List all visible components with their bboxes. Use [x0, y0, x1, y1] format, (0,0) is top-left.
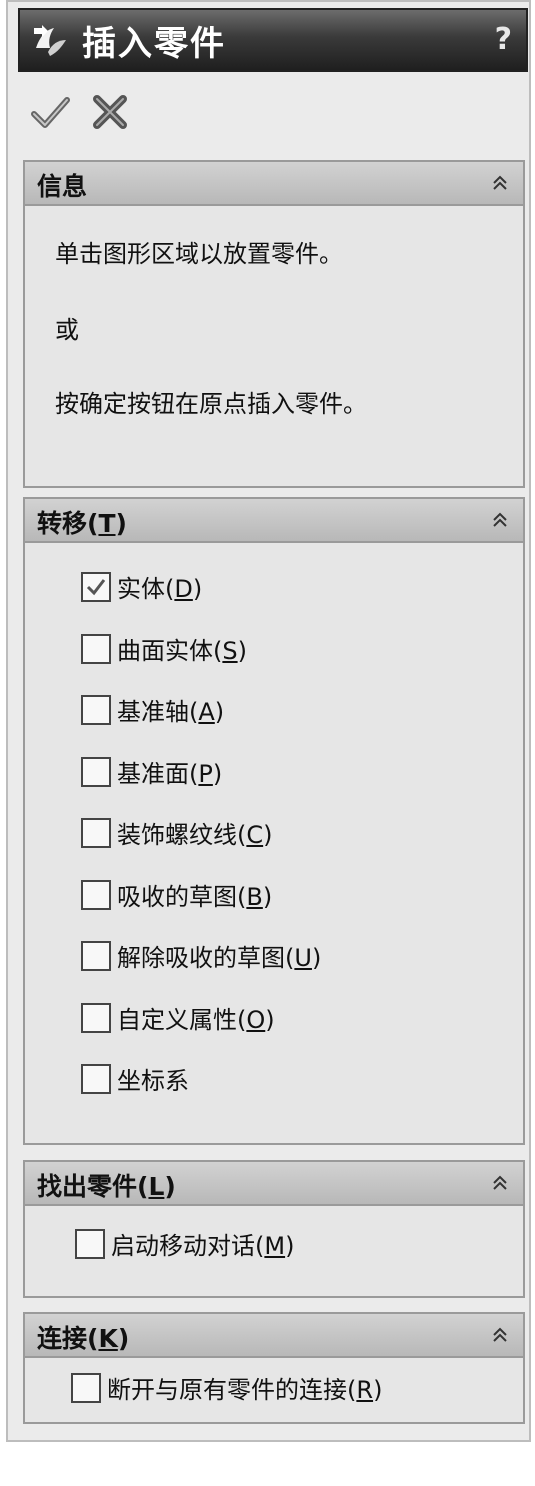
transfer-section-title: 转移(T): [37, 509, 127, 538]
checkbox-box[interactable]: [81, 817, 111, 848]
checkbox-label: 启动移动对话(M): [111, 1232, 295, 1260]
checkbox-label: 曲面实体(S): [117, 637, 247, 665]
transfer-option-checkbox[interactable]: 吸收的草图(B): [81, 877, 272, 912]
panel-title: 插入零件: [82, 24, 226, 64]
checkbox-label: 解除吸收的草图(U): [117, 944, 322, 972]
transfer-option-checkbox[interactable]: 实体(D): [81, 569, 202, 604]
transfer-section-header[interactable]: 转移(T): [25, 499, 523, 543]
transfer-option-checkbox[interactable]: 基准轴(A): [81, 692, 224, 727]
info-section-header[interactable]: 信息: [25, 162, 523, 206]
transfer-option-checkbox[interactable]: 解除吸收的草图(U): [81, 938, 321, 973]
checkmark-icon: [31, 97, 70, 128]
x-icon: [93, 95, 127, 129]
link-section-title: 连接(K): [37, 1324, 130, 1353]
break-link-checkbox[interactable]: 断开与原有零件的连接(R): [71, 1370, 382, 1405]
collapse-chevron-icon[interactable]: [489, 172, 511, 194]
locate-part-section-header[interactable]: 找出零件(L): [25, 1162, 523, 1206]
transfer-option-checkbox[interactable]: 装饰螺纹线(C): [81, 815, 273, 850]
checkbox-label: 基准面(P): [117, 760, 223, 788]
checkmark-icon: [86, 578, 106, 595]
checkbox-checked[interactable]: [81, 571, 111, 602]
link-section: 连接(K) 断开与原有零件的连接(R): [23, 1312, 525, 1424]
collapse-chevron-icon[interactable]: [489, 509, 511, 531]
info-line-3: 按确定按钮在原点插入零件。: [55, 390, 367, 418]
checkbox-box[interactable]: [81, 940, 111, 971]
info-line-1: 单击图形区域以放置零件。: [55, 240, 343, 268]
title-bar: 插入零件 ?: [18, 8, 528, 72]
checkbox-box[interactable]: [81, 633, 111, 664]
checkbox-box[interactable]: [81, 694, 111, 725]
checkbox-label: 吸收的草图(B): [117, 883, 273, 911]
info-section-title: 信息: [37, 172, 88, 201]
collapse-chevron-icon[interactable]: [489, 1172, 511, 1194]
info-line-2: 或: [55, 316, 79, 344]
transfer-option-checkbox[interactable]: 曲面实体(S): [81, 631, 247, 666]
checkbox-label: 断开与原有零件的连接(R): [107, 1376, 383, 1404]
collapse-chevron-icon[interactable]: [489, 1324, 511, 1346]
ok-button[interactable]: [28, 90, 72, 134]
link-section-header[interactable]: 连接(K): [25, 1314, 523, 1358]
checkbox-box[interactable]: [75, 1228, 105, 1259]
info-section: 信息 单击图形区域以放置零件。 或 按确定按钮在原点插入零件。: [23, 160, 525, 488]
help-button[interactable]: ?: [495, 22, 512, 57]
checkbox-box[interactable]: [71, 1372, 101, 1403]
locate-part-section-title: 找出零件(L): [37, 1172, 176, 1201]
transfer-option-checkbox[interactable]: 自定义属性(O): [81, 1000, 275, 1035]
transfer-option-checkbox[interactable]: 坐标系: [81, 1061, 189, 1096]
checkbox-label: 基准轴(A): [117, 698, 225, 726]
checkbox-label: 自定义属性(O): [117, 1006, 275, 1034]
transfer-section: 转移(T) 实体(D) 曲面实体(S) 基准轴(A) 基准面(P) 装饰螺纹线(C) 吸收…: [23, 497, 525, 1145]
insert-part-icon: [34, 25, 66, 56]
checkbox-box[interactable]: [81, 756, 111, 787]
checkbox-box[interactable]: [81, 1002, 111, 1033]
transfer-option-checkbox[interactable]: 基准面(P): [81, 754, 222, 789]
checkbox-box[interactable]: [81, 1063, 111, 1094]
checkbox-box[interactable]: [81, 879, 111, 910]
cancel-button[interactable]: [88, 90, 132, 134]
locate-part-section: 找出零件(L) 启动移动对话(M): [23, 1160, 525, 1298]
checkbox-label: 坐标系: [117, 1067, 189, 1095]
checkbox-label: 装饰螺纹线(C): [117, 821, 273, 849]
checkbox-label: 实体(D): [117, 575, 203, 603]
start-move-dialog-checkbox[interactable]: 启动移动对话(M): [75, 1226, 294, 1261]
